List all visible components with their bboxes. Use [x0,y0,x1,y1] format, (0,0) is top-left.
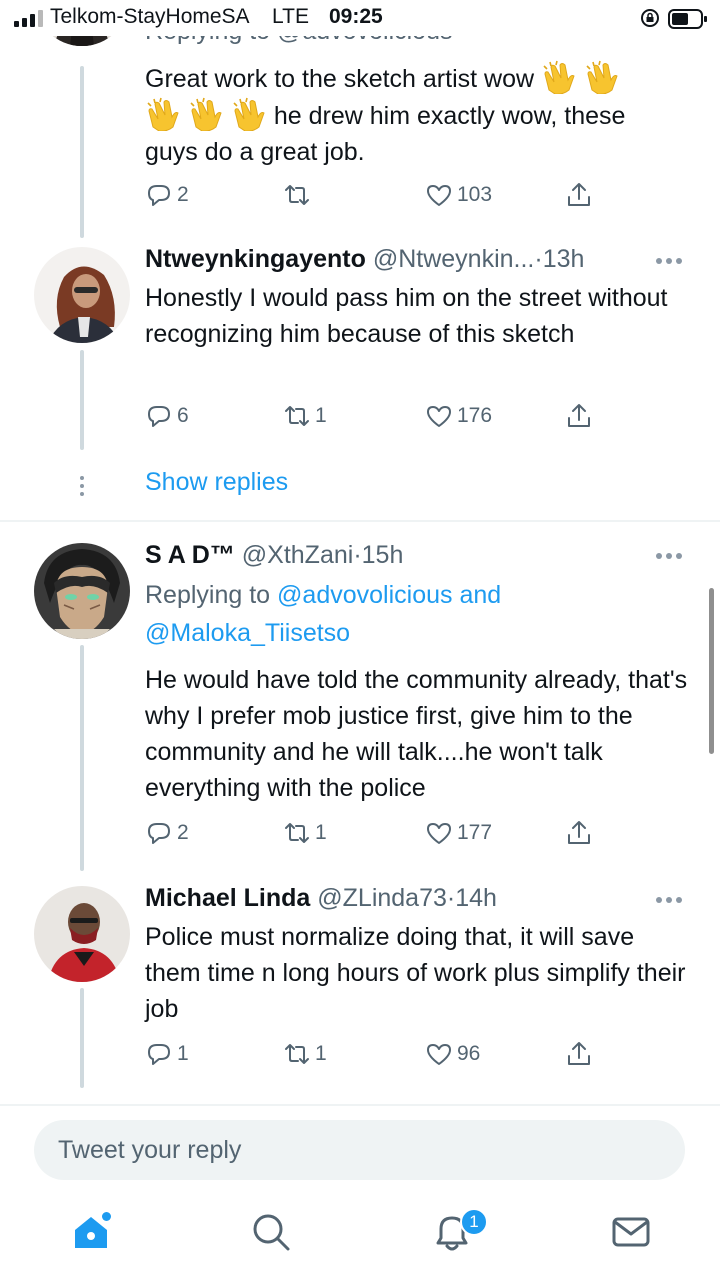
signal-strength-icon [14,9,43,27]
tweet-text: He would have told the community already… [145,666,688,802]
timestamp: 14h [455,884,497,912]
thread-line [80,66,84,238]
display-name[interactable]: S A D™ [145,541,235,569]
share-icon [568,821,590,844]
show-replies-link[interactable]: Show replies [145,468,288,497]
retweet-icon [285,823,309,843]
more-options-button[interactable] [656,257,684,265]
reply-icon [148,406,170,427]
reply-icon [148,823,170,844]
share-icon [568,404,590,427]
search-icon [253,1214,290,1251]
mentioned-users-link[interactable]: @advovolicious and [277,581,501,609]
bottom-tab-bar [0,1196,720,1280]
like-button[interactable]: 96 [425,1036,480,1072]
retweet-button[interactable]: 1 [283,815,327,851]
scrollbar[interactable] [709,588,714,754]
clapping-hands-icon [147,97,179,131]
share-button[interactable] [565,815,593,851]
share-button[interactable] [565,177,593,213]
retweet-button[interactable] [283,177,315,213]
clapping-hands-icon [543,60,575,94]
thread-line [80,645,84,871]
tab-search[interactable] [249,1210,293,1254]
timestamp: 15h [361,541,404,569]
like-button[interactable]: 103 [425,177,492,213]
rotation-lock-icon [641,9,659,27]
tweet-text: Honestly I would pass him on the street … [145,284,668,348]
network-type: LTE [272,5,309,28]
battery-icon [668,9,707,29]
thread-line [80,350,84,450]
tweet-actions: 2 103 [145,177,605,213]
reply-composer[interactable] [34,1120,685,1180]
tweet-header: S A D™ @XthZani·15h [145,541,404,569]
share-button[interactable] [565,398,593,434]
divider [0,520,720,522]
reply-button[interactable]: 2 [145,177,189,213]
retweet-icon [285,1044,309,1064]
retweet-icon [285,185,309,205]
notifications-badge: 1 [460,1208,488,1236]
tweet-actions: 1 1 96 [145,1036,605,1072]
tweet-header: Ntweynkingayento @Ntweynkin...·13h [145,245,585,273]
tweet-actions: 2 1 177 [145,815,605,851]
reply-input[interactable] [34,1120,685,1180]
avatar[interactable] [34,543,130,639]
heart-icon [427,823,451,844]
tweet-actions: 6 1 176 [145,398,605,434]
tweet-text: Great work to the sketch artist wow he d… [145,60,695,170]
clapping-hands-icon [586,60,618,94]
share-icon [568,1042,590,1065]
clapping-hands-icon [233,97,265,131]
avatar[interactable] [34,247,130,343]
mentioned-users-link[interactable]: @Maloka_Tiisetso [145,619,350,647]
heart-icon [427,1044,451,1065]
clapping-hands-icon [190,97,222,131]
more-options-button[interactable] [656,552,684,560]
share-icon [568,183,590,206]
clock: 09:25 [329,5,383,28]
retweet-button[interactable]: 1 [283,398,327,434]
reply-button[interactable]: 6 [145,398,189,434]
thread-continuation-icon [80,476,84,496]
messages-icon [612,1217,650,1247]
divider [0,1104,720,1106]
tab-messages[interactable] [609,1210,653,1254]
new-content-indicator [102,1212,111,1221]
reply-icon [148,1044,170,1065]
more-options-button[interactable] [656,896,684,904]
thread-line [80,988,84,1088]
share-button[interactable] [565,1036,593,1072]
reply-icon [148,185,170,206]
display-name[interactable]: Ntweynkingayento [145,245,366,273]
timestamp: 13h [542,245,585,273]
like-button[interactable]: 176 [425,398,492,434]
reply-button[interactable]: 1 [145,1036,189,1072]
replying-to: Replying to @advovolicious and @Maloka_T… [145,581,502,647]
tweet-text: Police must normalize doing that, it wil… [145,923,686,1023]
reply-button[interactable]: 2 [145,815,189,851]
carrier-name: Telkom-StayHomeSA [50,5,250,28]
avatar[interactable] [34,886,130,982]
status-bar: Telkom-StayHomeSA LTE 09:25 [0,0,720,36]
handle[interactable]: @ZLinda73 [317,884,447,912]
retweet-button[interactable]: 1 [283,1036,327,1072]
heart-icon [427,406,451,427]
retweet-icon [285,406,309,426]
heart-icon [427,185,451,206]
handle[interactable]: @XthZani [242,541,354,569]
display-name[interactable]: Michael Linda [145,884,310,912]
tweet-header: Michael Linda @ZLinda73·14h [145,884,497,912]
handle[interactable]: @Ntweynkin... [373,245,535,273]
like-button[interactable]: 177 [425,815,492,851]
